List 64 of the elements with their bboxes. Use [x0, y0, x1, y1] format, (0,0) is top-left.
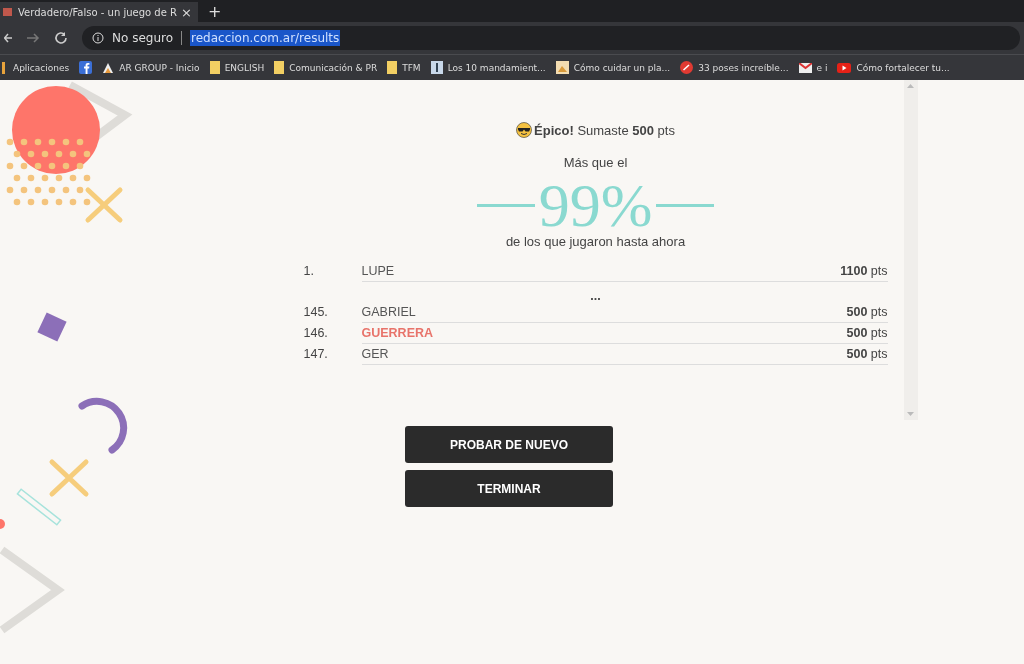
bookmark-item[interactable]: Comunicación & PR [274, 61, 378, 74]
play-button-icon [837, 62, 852, 73]
bookmark-label: e i [816, 62, 828, 73]
address-bar[interactable]: No seguro redaccion.com.ar/results [82, 26, 1020, 50]
percentile-caption: de los que jugaron hasta ahora [505, 234, 686, 249]
player-name: GER [361, 347, 389, 363]
image-icon [555, 61, 569, 74]
folder-icon [387, 61, 398, 74]
action-button[interactable]: PROBAR DE NUEVO [405, 426, 613, 463]
bookmark-label: Aplicaciones [13, 62, 70, 73]
comparison-text: Más que el [563, 155, 628, 170]
page-favicon-icon [2, 6, 14, 18]
new-tab-button[interactable]: + [208, 1, 222, 21]
result-headline: Épico! Sumaste 500 pts [534, 122, 675, 138]
bookmark-item[interactable]: 33 poses increíble... [680, 61, 789, 74]
info-icon [92, 32, 104, 44]
scrollbar[interactable] [903, 80, 918, 420]
forward-arrow-icon[interactable] [26, 32, 40, 44]
player-score: 1100 pts [840, 264, 888, 280]
rank-position: 1. [303, 263, 315, 280]
bookmark-label: Cómo fortalecer tu... [856, 62, 950, 73]
sunglasses-face-icon [516, 122, 533, 138]
player-name: GUERRERA [361, 326, 434, 342]
folder-icon [274, 61, 285, 74]
facebook-icon[interactable] [79, 61, 93, 74]
browser-tab[interactable]: Verdadero/Falso - un juego de R × [0, 2, 198, 22]
bookmark-item[interactable]: Aplicaciones [2, 61, 70, 74]
close-tab-button[interactable]: × [181, 4, 192, 20]
bookmark-label: 33 poses increíble... [698, 62, 789, 73]
bookmark-item[interactable]: AR GROUP - Inicio [102, 61, 200, 74]
bookmark-label: AR GROUP - Inicio [119, 62, 200, 73]
bookmark-item[interactable]: TFM [387, 61, 421, 74]
bookmark-item[interactable]: Cómo fortalecer tu... [837, 62, 950, 73]
player-name: GABRIEL [361, 305, 416, 321]
folder-icon [209, 61, 220, 74]
scroll-down-icon[interactable] [907, 412, 914, 416]
rank-position: 145. [303, 304, 329, 321]
percentile-value: 99% [538, 176, 653, 234]
bookmark-item[interactable]: Los 10 mandamient... [430, 61, 546, 74]
ellipsis-text: ... [590, 289, 601, 303]
url-text: redaccion.com.ar/results [190, 30, 341, 46]
player-name: LUPE [361, 264, 395, 280]
reload-icon[interactable] [54, 31, 68, 45]
tab-title: Verdadero/Falso - un juego de R [18, 6, 178, 18]
player-score: 500 pts [846, 326, 888, 342]
action-button[interactable]: TERMINAR [405, 470, 613, 507]
mail-icon [798, 62, 812, 73]
player-score: 500 pts [846, 305, 888, 321]
security-label: No seguro [112, 31, 182, 45]
bookmark-label: ENGLISH [224, 62, 265, 73]
bookmark-item[interactable]: Cómo cuidar un pla... [555, 61, 671, 74]
bookmark-label: TFM [402, 62, 421, 73]
back-arrow-icon[interactable] [4, 32, 12, 44]
bookmark-label: Cómo cuidar un pla... [573, 62, 671, 73]
bookmark-item[interactable]: e i [798, 62, 828, 73]
bookmark-label: Comunicación & PR [289, 62, 378, 73]
bookmark-item[interactable]: ENGLISH [209, 61, 265, 74]
rank-position: 147. [303, 346, 329, 363]
rank-position: 146. [303, 325, 329, 342]
scroll-up-icon[interactable] [907, 84, 914, 88]
player-score: 500 pts [846, 347, 888, 363]
pyramid-icon [102, 61, 115, 74]
page-icon [430, 61, 443, 74]
bookmark-label: Los 10 mandamient... [447, 62, 546, 73]
